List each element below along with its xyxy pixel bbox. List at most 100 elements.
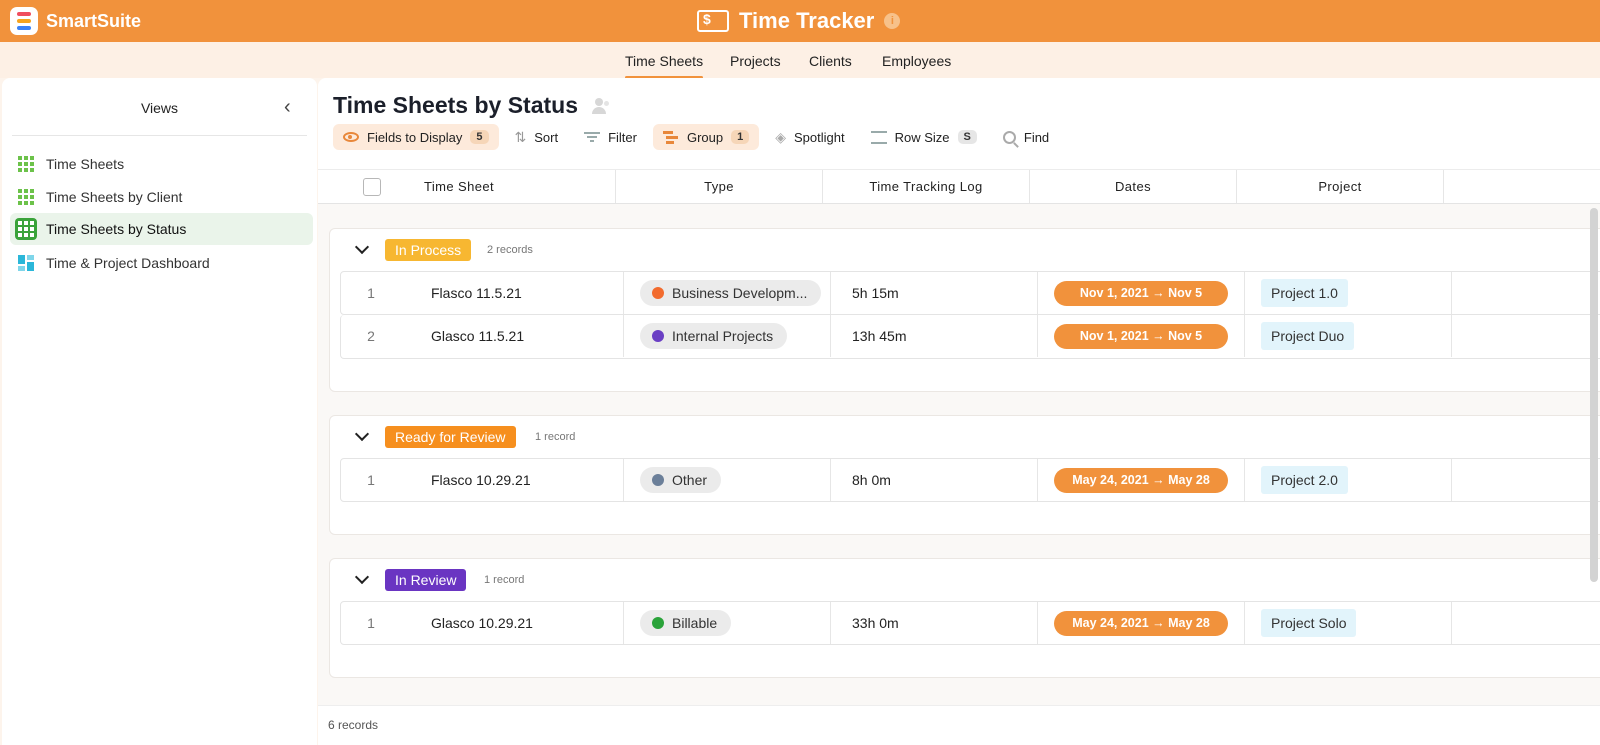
time-log-cell[interactable]: 33h 0m	[831, 602, 1038, 644]
row-size-badge: S	[957, 130, 977, 144]
row-number: 1	[367, 285, 375, 301]
dates-cell[interactable]: May 24, 2021 → May 28	[1038, 602, 1245, 644]
time-sheet-cell[interactable]: Flasco 10.29.21	[431, 459, 624, 501]
project-chip: Project Solo	[1261, 609, 1357, 637]
spotlight-button[interactable]: ◈ Spotlight	[765, 124, 854, 150]
page-title-text: Time Sheets by Status	[333, 92, 578, 118]
group-header: Ready for Review 1 record	[330, 416, 1600, 458]
column-header-dates[interactable]: Dates	[1030, 170, 1237, 203]
sidebar-item-time-sheets-by-status[interactable]: Time Sheets by Status	[10, 213, 313, 245]
tab-time-sheets[interactable]: Time Sheets	[625, 53, 704, 79]
top-bar: SmartSuite Time Tracker i	[0, 0, 1600, 42]
record-count: 2 records	[487, 244, 533, 256]
table-row[interactable]: 1 Flasco 11.5.21 Business Developm... 5h…	[340, 271, 1600, 315]
search-icon	[1002, 130, 1016, 144]
vertical-scrollbar[interactable]	[1590, 208, 1598, 582]
column-header-project[interactable]: Project	[1237, 170, 1444, 203]
tab-clients[interactable]: Clients	[809, 53, 852, 69]
row-number: 2	[367, 328, 375, 344]
filter-label: Filter	[608, 129, 637, 145]
project-cell[interactable]: Project Duo	[1245, 315, 1452, 357]
select-all-checkbox[interactable]	[363, 178, 381, 196]
sidebar-item-time-sheets[interactable]: Time Sheets	[10, 148, 313, 180]
column-header-time-sheet[interactable]: Time Sheet	[413, 170, 616, 203]
type-cell[interactable]: Internal Projects	[624, 315, 831, 357]
time-tracker-icon	[697, 10, 729, 32]
total-records: 6 records	[328, 718, 379, 732]
grid-view-icon	[18, 189, 34, 205]
tab-projects[interactable]: Projects	[730, 53, 781, 69]
group-icon	[662, 130, 679, 144]
group-in-review: In Review 1 record 1 Glasco 10.29.21 Bil…	[329, 558, 1600, 678]
fields-label: Fields to Display	[367, 129, 463, 145]
type-chip: Internal Projects	[640, 323, 788, 349]
dates-cell[interactable]: May 24, 2021 → May 28	[1038, 459, 1245, 501]
dates-cell[interactable]: Nov 1, 2021 → Nov 5	[1038, 272, 1245, 314]
fields-count-badge: 5	[470, 130, 489, 144]
group-button[interactable]: Group 1	[652, 124, 760, 150]
chevron-down-icon[interactable]	[354, 426, 370, 442]
grouped-records: In Process 2 records 1 Flasco 11.5.21 Bu…	[318, 204, 1600, 705]
table-row[interactable]: 1 Flasco 10.29.21 Other 8h 0m May 24, 20…	[340, 458, 1600, 502]
paint-bucket-icon: ◈	[775, 128, 787, 145]
sidebar-item-label: Time & Project Dashboard	[46, 255, 210, 271]
type-label: Other	[672, 472, 708, 488]
brand[interactable]: SmartSuite	[10, 7, 141, 35]
filter-icon	[584, 130, 601, 144]
type-cell[interactable]: Other	[624, 459, 831, 501]
type-chip: Other	[640, 467, 722, 493]
time-log-cell[interactable]: 13h 45m	[831, 315, 1038, 357]
collapse-sidebar-icon[interactable]: ‹	[284, 97, 298, 117]
time-sheet-cell[interactable]: Flasco 11.5.21	[431, 272, 624, 314]
sort-label: Sort	[534, 129, 559, 145]
table-row[interactable]: 2 Glasco 11.5.21 Internal Projects 13h 4…	[340, 315, 1600, 359]
divider	[12, 135, 307, 136]
type-chip: Business Developm...	[640, 280, 822, 306]
filter-button[interactable]: Filter	[574, 124, 647, 150]
type-cell[interactable]: Business Developm...	[624, 272, 831, 314]
column-header-type[interactable]: Type	[616, 170, 823, 203]
time-log-cell[interactable]: 8h 0m	[831, 459, 1038, 501]
info-icon[interactable]: i	[884, 13, 901, 29]
time-log-cell[interactable]: 5h 15m	[831, 272, 1038, 314]
find-label: Find	[1023, 129, 1050, 145]
status-badge: Ready for Review	[385, 426, 516, 448]
project-chip: Project 2.0	[1261, 466, 1348, 494]
status-badge: In Review	[385, 569, 467, 591]
table-row[interactable]: 1 Glasco 10.29.21 Billable 33h 0m May 24…	[340, 601, 1600, 645]
sidebar-item-time-sheets-by-client[interactable]: Time Sheets by Client	[10, 181, 313, 213]
sidebar-item-dashboard[interactable]: Time & Project Dashboard	[10, 247, 313, 279]
time-sheet-cell[interactable]: Glasco 11.5.21	[431, 315, 624, 357]
brand-name: SmartSuite	[46, 10, 142, 31]
type-cell[interactable]: Billable	[624, 602, 831, 644]
group-header: In Review 1 record	[330, 559, 1600, 601]
dashboard-icon	[18, 255, 34, 271]
sidebar-item-label: Time Sheets	[46, 156, 125, 172]
date-range-pill: Nov 1, 2021 → Nov 5	[1054, 280, 1228, 306]
group-in-process: In Process 2 records 1 Flasco 11.5.21 Bu…	[329, 228, 1600, 392]
fields-to-display-button[interactable]: Fields to Display 5	[333, 124, 499, 150]
dates-cell[interactable]: Nov 1, 2021 → Nov 5	[1038, 315, 1245, 357]
project-cell[interactable]: Project 1.0	[1245, 272, 1452, 314]
project-cell[interactable]: Project 2.0	[1245, 459, 1452, 501]
tab-employees[interactable]: Employees	[882, 53, 951, 69]
project-cell[interactable]: Project Solo	[1245, 602, 1452, 644]
views-sidebar: Views ‹ Time Sheets Time Sheets by Clien…	[2, 78, 317, 745]
page-title: Time Sheets by Status	[333, 92, 610, 119]
sub-nav: Time Sheets Projects Clients Employees	[0, 42, 1600, 79]
app-title: Time Tracker i	[697, 8, 901, 34]
time-sheet-cell[interactable]: Glasco 10.29.21	[431, 602, 624, 644]
chevron-down-icon[interactable]	[354, 239, 370, 255]
row-size-button[interactable]: Row Size S	[861, 124, 987, 150]
find-button[interactable]: Find	[993, 124, 1059, 150]
people-icon[interactable]	[590, 97, 610, 114]
toolbar: Fields to Display 5 ⇅ Sort Filter Group …	[333, 124, 1059, 150]
group-ready-for-review: Ready for Review 1 record 1 Flasco 10.29…	[329, 415, 1600, 535]
sort-button[interactable]: ⇅ Sort	[505, 124, 569, 150]
row-size-label: Row Size	[894, 129, 950, 145]
grid-view-icon	[18, 156, 34, 172]
group-header: In Process 2 records	[330, 229, 1600, 271]
table-header: Time Sheet Type Time Tracking Log Dates …	[318, 169, 1600, 204]
column-header-time-tracking-log[interactable]: Time Tracking Log	[823, 170, 1030, 203]
chevron-down-icon[interactable]	[354, 569, 370, 585]
